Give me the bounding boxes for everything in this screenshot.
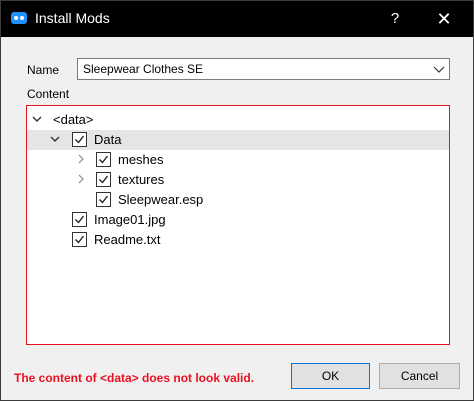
tree-item-checkbox[interactable] <box>96 152 111 167</box>
tree-item-checkbox[interactable] <box>96 172 111 187</box>
name-value: Sleepwear Clothes SE <box>83 62 204 76</box>
tree-row[interactable]: Sleepwear.esp <box>27 190 449 210</box>
tree-item-label: <data> <box>53 112 94 127</box>
content-label: Content <box>27 87 70 101</box>
checkmark-icon <box>99 175 109 184</box>
name-combobox[interactable]: Sleepwear Clothes SE <box>77 58 450 80</box>
error-message: The content of <data> does not look vali… <box>14 371 255 385</box>
chevron-down-icon[interactable] <box>431 60 447 78</box>
tree-item-checkbox[interactable] <box>72 212 87 227</box>
content-tree[interactable]: <data> Data meshes textures Sleepwear.esp Ima… <box>26 105 450 345</box>
tree-item-checkbox[interactable] <box>72 232 87 247</box>
tree-row[interactable]: textures <box>27 170 449 190</box>
chevron-down-icon[interactable] <box>49 133 61 145</box>
tree-item-label: Readme.txt <box>94 232 161 247</box>
chevron-right-icon[interactable] <box>75 153 87 165</box>
checkmark-icon <box>99 155 109 164</box>
tree-item-label: meshes <box>118 152 164 167</box>
close-button[interactable]: ✕ <box>422 1 466 37</box>
tree-item-label: Data <box>94 132 122 147</box>
tree-row[interactable]: <data> <box>27 110 449 130</box>
tree-row[interactable]: Readme.txt <box>27 230 449 250</box>
tree-item-checkbox[interactable] <box>72 132 87 147</box>
checkmark-icon <box>75 215 85 224</box>
title-bar[interactable]: Install Mods ? ✕ <box>1 1 473 37</box>
tree-row[interactable]: Image01.jpg <box>27 210 449 230</box>
chevron-down-icon[interactable] <box>31 113 43 125</box>
mod-organizer-icon <box>11 12 27 24</box>
tree-item-label: textures <box>118 172 165 187</box>
tree-row[interactable]: meshes <box>27 150 449 170</box>
name-label: Name <box>27 63 60 77</box>
tree-item-checkbox[interactable] <box>96 192 111 207</box>
checkmark-icon <box>99 195 109 204</box>
ok-button[interactable]: OK <box>291 363 370 389</box>
tree-row[interactable]: Data <box>27 130 449 150</box>
tree-item-label: Image01.jpg <box>94 212 166 227</box>
install-mods-dialog: Install Mods ? ✕ Name Sleepwear Clothes … <box>0 0 474 401</box>
checkmark-icon <box>75 235 85 244</box>
help-button[interactable]: ? <box>373 1 417 37</box>
tree-item-label: Sleepwear.esp <box>118 192 204 207</box>
checkmark-icon <box>75 135 85 144</box>
window-title: Install Mods <box>35 10 110 26</box>
chevron-right-icon[interactable] <box>75 173 87 185</box>
cancel-button[interactable]: Cancel <box>379 363 460 389</box>
